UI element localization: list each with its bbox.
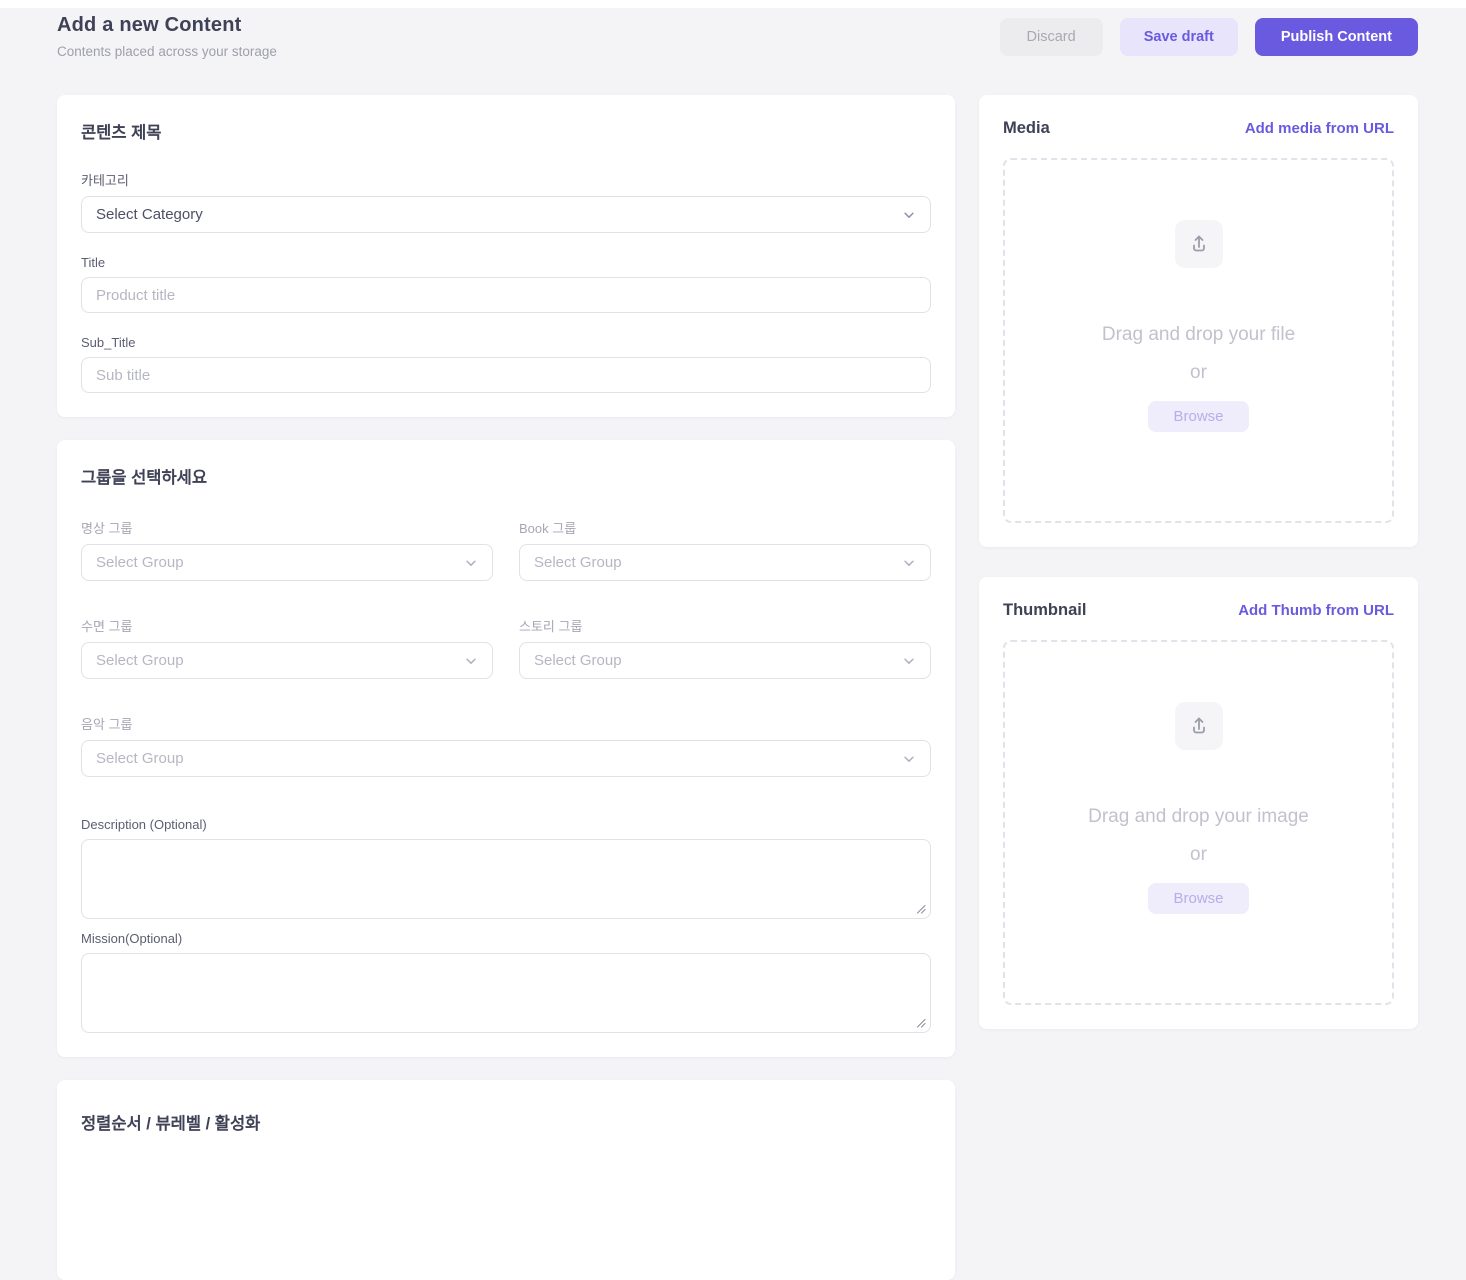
thumbnail-browse-button[interactable]: Browse — [1148, 883, 1249, 914]
book-group-label: Book 그룹 — [519, 521, 577, 536]
chevron-down-icon — [904, 756, 914, 762]
header-actions: Discard Save draft Publish Content — [999, 14, 1418, 56]
media-drop-text: Drag and drop your file — [1101, 324, 1296, 345]
publish-content-button[interactable]: Publish Content — [1254, 18, 1418, 56]
subtitle-label: Sub_Title — [81, 335, 136, 350]
story-group-select-value: Select Group — [534, 652, 622, 669]
music-group-select[interactable]: Select Group — [81, 740, 931, 777]
story-group-field: 스토리 그룹 Select Group — [519, 616, 931, 679]
content-title-card: 콘텐츠 제목 카테고리 Select Category Title Sub_Ti… — [57, 95, 955, 417]
music-group-select-value: Select Group — [96, 750, 184, 767]
page-title: Add a new Content — [57, 14, 242, 36]
add-thumb-from-url-link[interactable]: Add Thumb from URL — [1238, 602, 1394, 619]
resize-handle-icon[interactable] — [915, 903, 926, 914]
subtitle-field: Sub_Title — [81, 335, 931, 393]
thumbnail-heading: Thumbnail — [1003, 601, 1087, 619]
upload-icon — [1192, 717, 1205, 734]
chevron-down-icon — [466, 658, 476, 664]
media-browse-button[interactable]: Browse — [1148, 401, 1249, 432]
right-column: Media Add media from URL Drag and drop y… — [979, 95, 1418, 1029]
category-select[interactable]: Select Category — [81, 196, 931, 233]
meditation-group-label: 명상 그룹 — [81, 521, 133, 536]
sleep-group-select[interactable]: Select Group — [81, 642, 493, 679]
meditation-group-select-value: Select Group — [96, 554, 184, 571]
category-field: 카테고리 Select Category — [81, 170, 931, 233]
description-textarea[interactable] — [81, 839, 931, 919]
sleep-group-label: 수면 그룹 — [81, 619, 133, 634]
main-content: 콘텐츠 제목 카테고리 Select Category Title Sub_Ti… — [0, 95, 1466, 1280]
description-field: Description (Optional) — [81, 817, 931, 919]
group-select-card: 그룹을 선택하세요 명상 그룹 Select Group Book 그룹 Sel… — [57, 440, 955, 1057]
mission-field: Mission(Optional) — [81, 931, 931, 1033]
top-strip — [0, 0, 1466, 8]
sort-viewlevel-heading: 정렬순서 / 뷰레벨 / 활성화 — [81, 1115, 261, 1133]
thumbnail-drop-text: Drag and drop your image — [1088, 806, 1309, 827]
meditation-group-select[interactable]: Select Group — [81, 544, 493, 581]
upload-icon — [1192, 235, 1205, 252]
sort-viewlevel-card: 정렬순서 / 뷰레벨 / 활성화 — [57, 1080, 955, 1280]
group-select-heading: 그룹을 선택하세요 — [81, 469, 208, 487]
content-title-heading: 콘텐츠 제목 — [81, 124, 162, 142]
title-label: Title — [81, 255, 106, 270]
meditation-group-field: 명상 그룹 Select Group — [81, 518, 493, 581]
media-upload-tile[interactable] — [1174, 220, 1223, 268]
page-subtitle: Contents placed across your storage — [57, 44, 277, 59]
chevron-down-icon — [904, 658, 914, 664]
chevron-down-icon — [466, 560, 476, 566]
media-card: Media Add media from URL Drag and drop y… — [979, 95, 1418, 547]
book-group-select-value: Select Group — [534, 554, 622, 571]
category-label: 카테고리 — [81, 173, 129, 188]
thumbnail-card-header: Thumbnail Add Thumb from URL — [1003, 601, 1394, 620]
book-group-select[interactable]: Select Group — [519, 544, 931, 581]
subtitle-input[interactable] — [81, 357, 931, 393]
story-group-label: 스토리 그룹 — [519, 619, 583, 634]
mission-textarea[interactable] — [81, 953, 931, 1033]
page-header: Add a new Content Contents placed across… — [0, 8, 1466, 59]
title-field: Title — [81, 255, 931, 313]
save-draft-button[interactable]: Save draft — [1119, 18, 1238, 56]
add-media-from-url-link[interactable]: Add media from URL — [1245, 120, 1394, 137]
thumbnail-upload-tile[interactable] — [1174, 702, 1223, 750]
music-group-label: 음악 그룹 — [81, 717, 133, 732]
sleep-group-field: 수면 그룹 Select Group — [81, 616, 493, 679]
media-dropzone[interactable]: Drag and drop your file or Browse — [1003, 158, 1394, 523]
sleep-group-select-value: Select Group — [96, 652, 184, 669]
music-group-field: 음악 그룹 Select Group — [81, 714, 931, 777]
title-input[interactable] — [81, 277, 931, 313]
thumbnail-card: Thumbnail Add Thumb from URL Drag and dr… — [979, 577, 1418, 1029]
description-label: Description (Optional) — [81, 817, 207, 832]
group-row-2: 수면 그룹 Select Group 스토리 그룹 Select Group — [81, 616, 931, 679]
chevron-down-icon — [904, 212, 914, 218]
story-group-select[interactable]: Select Group — [519, 642, 931, 679]
media-card-header: Media Add media from URL — [1003, 119, 1394, 138]
book-group-field: Book 그룹 Select Group — [519, 518, 931, 581]
left-column: 콘텐츠 제목 카테고리 Select Category Title Sub_Ti… — [57, 95, 955, 1280]
category-select-value: Select Category — [96, 206, 203, 223]
mission-label: Mission(Optional) — [81, 931, 183, 946]
thumbnail-or-text: or — [1190, 844, 1207, 865]
page-header-text: Add a new Content Contents placed across… — [57, 14, 277, 59]
chevron-down-icon — [904, 560, 914, 566]
thumbnail-dropzone[interactable]: Drag and drop your image or Browse — [1003, 640, 1394, 1005]
media-heading: Media — [1003, 119, 1050, 137]
discard-button[interactable]: Discard — [999, 18, 1103, 56]
media-or-text: or — [1190, 362, 1207, 383]
group-row-1: 명상 그룹 Select Group Book 그룹 Select Group — [81, 518, 931, 581]
resize-handle-icon[interactable] — [915, 1017, 926, 1028]
